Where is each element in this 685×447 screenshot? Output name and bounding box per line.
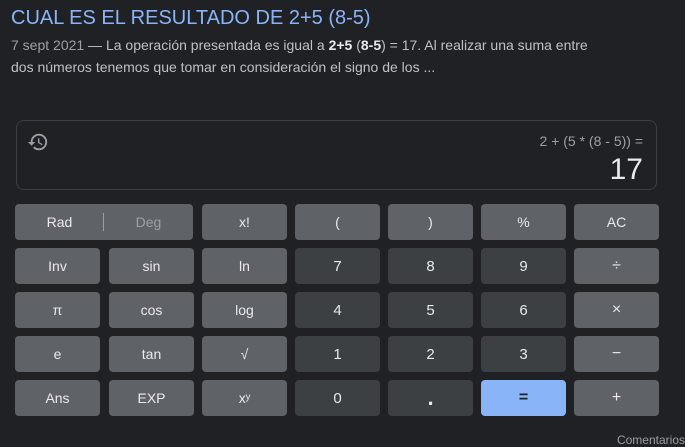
snippet-dash: — xyxy=(84,37,106,53)
e-button[interactable]: e xyxy=(15,336,100,372)
search-result-snippet: 7 sept 2021 — La operación presentada es… xyxy=(11,34,611,78)
five-button[interactable]: 5 xyxy=(388,292,473,328)
rad-button[interactable]: Rad xyxy=(15,204,104,240)
divide-button[interactable]: ÷ xyxy=(574,248,659,284)
three-button[interactable]: 3 xyxy=(481,336,566,372)
calculator-expression: 2 + (5 * (8 - 5)) = xyxy=(539,133,643,149)
snippet-text-2: ( xyxy=(352,37,361,53)
one-button[interactable]: 1 xyxy=(295,336,380,372)
minus-button[interactable]: − xyxy=(574,336,659,372)
history-icon[interactable] xyxy=(27,131,49,153)
factorial-button[interactable]: x! xyxy=(202,204,287,240)
four-button[interactable]: 4 xyxy=(295,292,380,328)
deg-button[interactable]: Deg xyxy=(104,204,193,240)
close-paren-button[interactable]: ) xyxy=(388,204,473,240)
plus-button[interactable]: + xyxy=(574,380,659,416)
exp-button[interactable]: EXP xyxy=(109,380,194,416)
power-button[interactable]: xʸ xyxy=(202,380,287,416)
eight-button[interactable]: 8 xyxy=(388,248,473,284)
pi-button[interactable]: π xyxy=(15,292,100,328)
nine-button[interactable]: 9 xyxy=(481,248,566,284)
log-button[interactable]: log xyxy=(202,292,287,328)
calculator-display: 2 + (5 * (8 - 5)) = 17 xyxy=(16,120,657,190)
zero-button[interactable]: 0 xyxy=(295,380,380,416)
ln-button[interactable]: ln xyxy=(202,248,287,284)
open-paren-button[interactable]: ( xyxy=(295,204,380,240)
feedback-link[interactable]: Comentarios xyxy=(617,433,685,447)
rad-deg-toggle: Rad Deg xyxy=(15,204,193,240)
tan-button[interactable]: tan xyxy=(109,336,194,372)
snippet-bold-1: 2+5 xyxy=(328,37,353,53)
percent-button[interactable]: % xyxy=(481,204,566,240)
clear-button[interactable]: AC xyxy=(574,204,659,240)
snippet-bold-2: 8-5 xyxy=(360,37,382,53)
seven-button[interactable]: 7 xyxy=(295,248,380,284)
multiply-button[interactable]: × xyxy=(574,292,659,328)
ans-button[interactable]: Ans xyxy=(15,380,100,416)
six-button[interactable]: 6 xyxy=(481,292,566,328)
snippet-text-1: La operación presentada es igual a xyxy=(105,37,329,53)
sin-button[interactable]: sin xyxy=(109,248,194,284)
cos-button[interactable]: cos xyxy=(109,292,194,328)
search-result-title[interactable]: CUAL ES EL RESULTADO DE 2+5 (8-5) xyxy=(11,5,371,31)
snippet-date: 7 sept 2021 xyxy=(11,37,85,53)
inv-button[interactable]: Inv xyxy=(15,248,100,284)
two-button[interactable]: 2 xyxy=(388,336,473,372)
decimal-button[interactable]: . xyxy=(388,380,473,416)
calculator-result: 17 xyxy=(609,153,643,186)
equals-button[interactable]: = xyxy=(481,380,566,416)
sqrt-button[interactable]: √ xyxy=(202,336,287,372)
